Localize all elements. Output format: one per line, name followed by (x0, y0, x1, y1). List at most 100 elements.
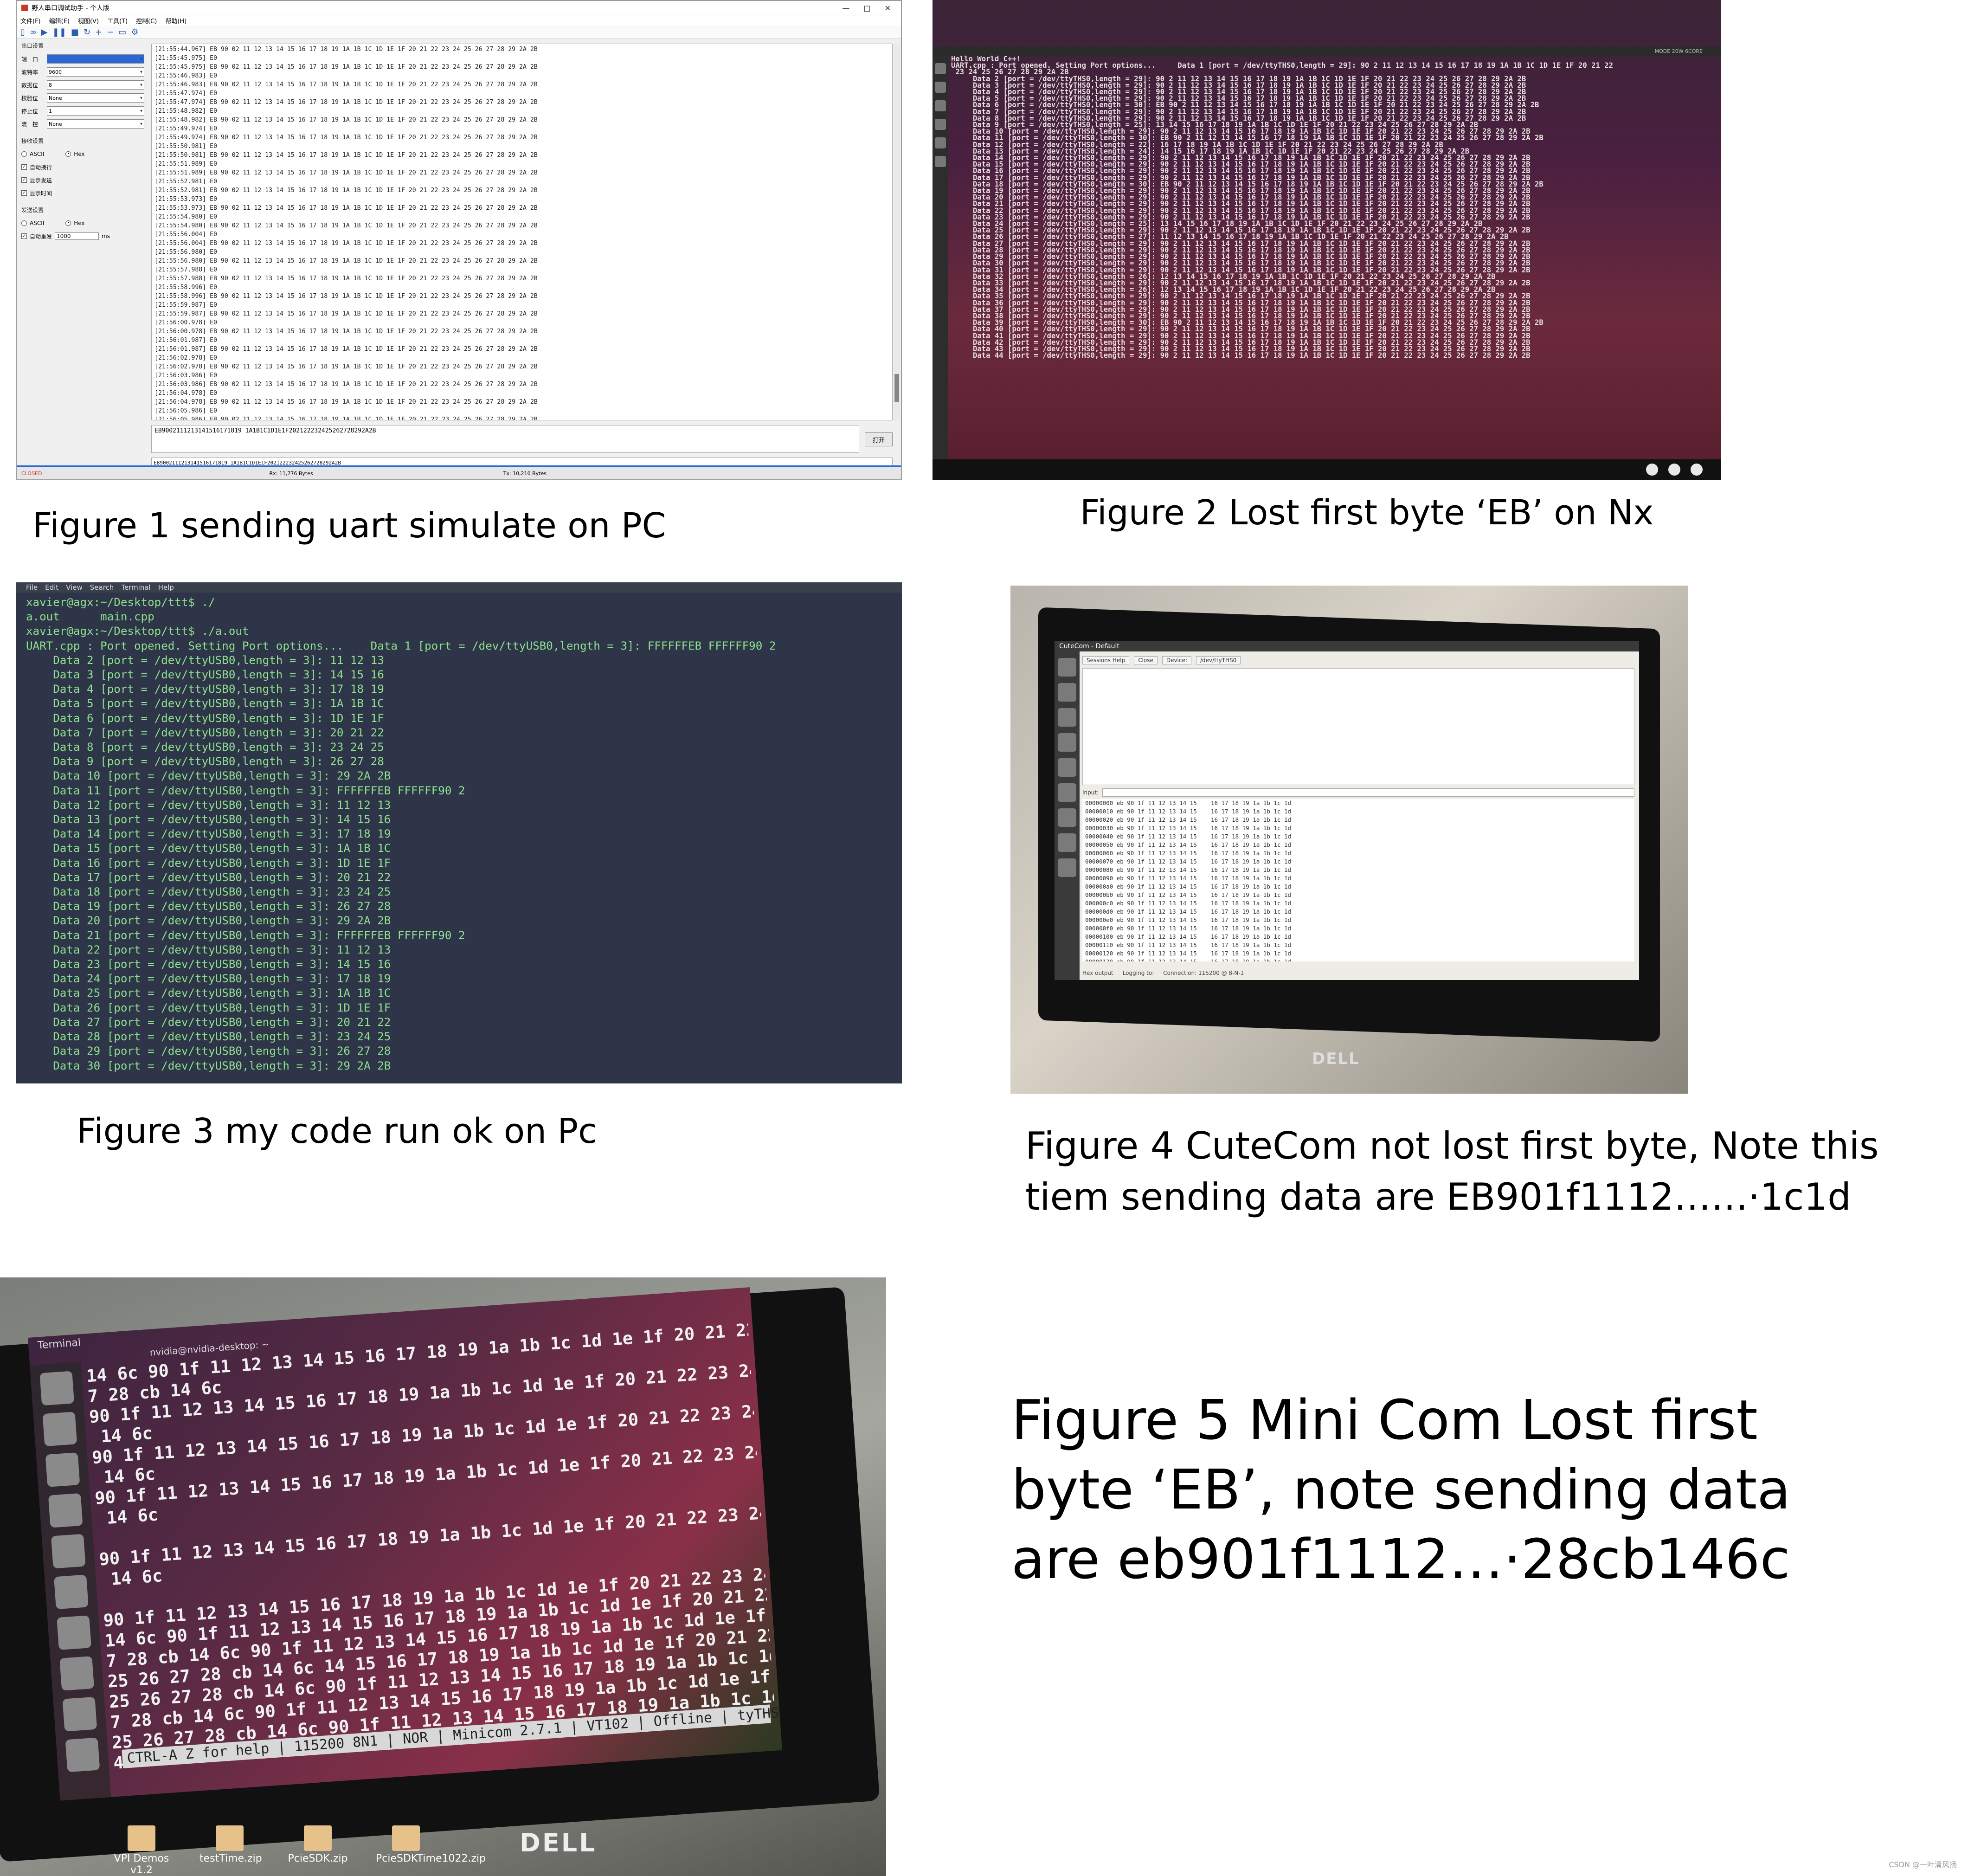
setting-label: 端 口 (21, 56, 39, 63)
receive-log[interactable]: [21:55:44.967] EB 90 02 11 12 13 14 15 1… (151, 44, 893, 420)
menu-help[interactable]: 帮助(H) (165, 16, 187, 25)
launcher-icon[interactable] (1058, 858, 1076, 877)
port-select[interactable] (47, 54, 144, 64)
setting-parity: 校验位 None (21, 91, 144, 104)
launcher-icon[interactable] (935, 137, 946, 148)
cutecom-controls: Sessions Help Close Device: /dev/ttyTHS0 (1082, 656, 1241, 664)
launcher-icon[interactable] (935, 100, 946, 111)
monitor-button-icon (1668, 464, 1680, 476)
send-input[interactable]: EB9002111213141516171819 1A1B1C1D1E1F202… (151, 425, 859, 453)
desktop-icon-label: PcieSDKTime1022.zip (376, 1853, 486, 1864)
recv-hex-radio[interactable]: • (65, 151, 71, 157)
launcher-icon[interactable] (42, 1412, 77, 1447)
launcher-icon[interactable] (1058, 683, 1076, 702)
auto-resend-input[interactable]: 1000 (55, 232, 99, 240)
device-label: Device: (1162, 656, 1192, 664)
desktop-icon[interactable]: VPI Demos v1.2 (111, 1825, 172, 1876)
close-button[interactable]: ✕ (885, 4, 891, 13)
monitor-button-icon (1691, 464, 1703, 476)
launcher-icon[interactable] (935, 82, 946, 93)
setting-stopbits: 停止位 1 (21, 104, 144, 117)
minimize-button[interactable]: — (842, 4, 849, 13)
receive-scrollbar[interactable] (894, 44, 900, 420)
launcher-icon[interactable] (1058, 708, 1076, 727)
port-settings-label: 串口设置 (21, 43, 44, 49)
stop-icon[interactable]: ■ (71, 27, 79, 37)
launcher-icon[interactable] (935, 63, 946, 74)
caption-fig5-line3: are eb901f1112…·28cb146c (1011, 1527, 1790, 1591)
refresh-icon[interactable]: ↻ (84, 27, 90, 37)
launcher-icon[interactable] (62, 1696, 97, 1732)
zip-icon (304, 1825, 332, 1851)
connect-icon[interactable]: ∞ (30, 27, 37, 37)
sessions-menu[interactable]: Sessions Help (1082, 656, 1130, 664)
output-area[interactable] (1082, 668, 1634, 785)
auto-resend-checkbox[interactable]: ✓ (21, 233, 27, 239)
launcher-icon[interactable] (48, 1493, 83, 1528)
menu-help[interactable]: Help (158, 583, 174, 592)
desktop-icon[interactable]: PcieSDKTime1022.zip (376, 1825, 486, 1876)
send-button[interactable]: 打开 (865, 432, 893, 446)
launcher-icon[interactable] (39, 1371, 75, 1406)
launcher-icon[interactable] (1058, 783, 1076, 802)
settings-panel: 串口设置 端 口 波特率 9600 数据位 8 校验位 None 停止位 1 流 控 No… (17, 38, 149, 466)
monitor-buttons (1646, 464, 1703, 476)
add-icon[interactable]: + (95, 27, 102, 37)
launcher-icon[interactable] (59, 1656, 95, 1691)
menu-tools[interactable]: 工具(T) (107, 16, 128, 25)
send-ascii-radio[interactable] (21, 220, 27, 226)
remove-icon[interactable]: − (107, 27, 114, 37)
launcher-icon[interactable] (935, 119, 946, 130)
parity-select[interactable]: None (47, 93, 144, 103)
scroll-thumb[interactable] (894, 374, 899, 402)
launcher-icon[interactable] (1058, 658, 1076, 677)
menu-terminal[interactable]: Terminal (121, 583, 150, 592)
menu-search[interactable]: Search (90, 583, 114, 592)
flow-select[interactable]: None (47, 119, 144, 129)
launcher-icon[interactable] (45, 1452, 80, 1487)
app-icon (21, 5, 28, 11)
checkbox[interactable]: ✓ (21, 190, 27, 196)
databits-select[interactable]: 8 (47, 80, 144, 90)
hex-output: 00000000 eb 90 1f 11 12 13 14 15 16 17 1… (1082, 799, 1634, 961)
stopbits-select[interactable]: 1 (47, 106, 144, 116)
launcher-icon[interactable] (57, 1615, 91, 1650)
menu-edit[interactable]: 编辑(E) (49, 16, 70, 25)
launcher-icon[interactable] (65, 1737, 100, 1773)
recv-ascii-radio[interactable] (21, 151, 27, 157)
settings-icon[interactable]: ⚙ (131, 27, 138, 37)
checkbox[interactable]: ✓ (21, 164, 27, 170)
launcher-icon[interactable] (1058, 808, 1076, 827)
checkbox[interactable]: ✓ (21, 177, 27, 183)
launcher-icon[interactable] (935, 156, 946, 167)
file-icon (128, 1825, 155, 1851)
send-hex-radio[interactable]: • (65, 220, 71, 226)
pause-icon[interactable]: ❚❚ (52, 27, 66, 37)
desktop-icon[interactable]: testTime.zip (199, 1825, 262, 1876)
play-icon[interactable]: ▶ (41, 27, 48, 37)
menu-edit[interactable]: Edit (45, 583, 58, 592)
baud-select[interactable]: 9600 (47, 67, 144, 77)
launcher-icon[interactable] (1058, 733, 1076, 752)
launcher-icon[interactable] (1058, 833, 1076, 852)
menu-file[interactable]: File (26, 583, 38, 592)
maximize-button[interactable]: □ (863, 4, 870, 13)
menu-file[interactable]: 文件(F) (20, 16, 41, 25)
desktop-icon-label: PcieSDK.zip (288, 1853, 348, 1864)
input-field[interactable] (1102, 788, 1634, 797)
menu-view[interactable]: View (66, 583, 83, 592)
close-device-button[interactable]: Close (1134, 656, 1158, 664)
desktop-icon[interactable]: PcieSDK.zip (288, 1825, 348, 1876)
menu-control[interactable]: 控制(C) (136, 16, 157, 25)
launcher-icon[interactable] (1058, 758, 1076, 777)
launcher-icon[interactable] (54, 1574, 89, 1610)
launcher-icon[interactable] (51, 1534, 86, 1569)
menu-view[interactable]: 视图(V) (78, 16, 99, 25)
device-select[interactable]: /dev/ttyTHS0 (1196, 656, 1241, 664)
terminal-output: xavier@agx:~/Desktop/ttt$ ./ a.out main.… (26, 596, 776, 1072)
hex-output-checkbox[interactable]: Hex output (1082, 970, 1113, 976)
new-icon[interactable]: ▯ (20, 27, 25, 37)
desktop-icon-label: VPI Demos v1.2 (114, 1853, 169, 1876)
window-icon[interactable]: ▭ (118, 27, 126, 37)
setting-label: 停止位 (21, 108, 39, 115)
